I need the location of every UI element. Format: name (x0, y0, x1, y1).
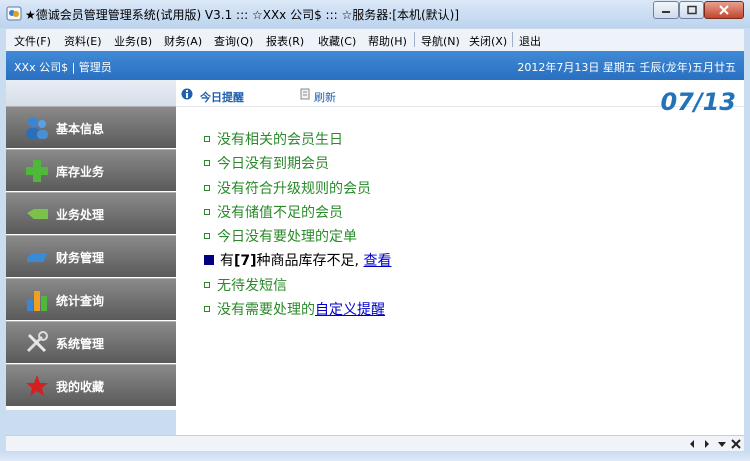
close-tab-icon[interactable] (730, 438, 742, 450)
menu-finance[interactable]: 财务(A) (164, 33, 202, 49)
menu-query[interactable]: 查询(Q) (214, 33, 253, 49)
sidebar-item-favorites[interactable]: 我的收藏 (6, 364, 176, 406)
current-date: 2012年7月13日 星期五 壬辰(龙年)五月廿五 (517, 61, 736, 74)
sidebar-item-finance[interactable]: 财务管理 (6, 235, 176, 277)
maximize-button[interactable] (679, 1, 704, 19)
minimize-icon (662, 11, 670, 13)
sidebar-item-label: 库存业务 (56, 165, 105, 179)
view-stock-link[interactable]: 查看 (363, 253, 391, 269)
list-item: 没有储值不足的会员 (204, 202, 391, 226)
reminder-text: 没有相关的会员生日 (217, 132, 343, 148)
sidebar-item-label: 财务管理 (56, 251, 105, 265)
bar-chart-icon (27, 291, 47, 311)
close-icon (719, 5, 729, 15)
menu-help[interactable]: 帮助(H) (368, 33, 407, 49)
users-icon (26, 117, 48, 139)
bullet-icon (204, 160, 210, 167)
bullet-icon (204, 281, 210, 288)
refresh-button[interactable]: 刷新 (314, 89, 336, 105)
company-user-label: XXx 公司$ | 管理员 (14, 61, 112, 74)
sidebar-item-label: 基本信息 (56, 122, 105, 136)
list-item: 没有需要处理的自定义提醒 (204, 299, 391, 323)
menu-exit[interactable]: 退出 (519, 33, 541, 49)
stock-count: [7] (234, 253, 257, 270)
main-panel: 今日提醒 刷新 07/13 没有相关的会员生日 今日没有到期会员 没有符合升级规… (176, 80, 744, 435)
reminder-text: 有 (220, 253, 234, 270)
menu-business[interactable]: 业务(B) (114, 33, 152, 49)
info-icon (181, 88, 193, 100)
tag-icon (27, 209, 48, 219)
sidebar-item-label: 我的收藏 (56, 380, 105, 394)
sidebar-item-label: 业务处理 (56, 208, 105, 222)
menu-data[interactable]: 资料(E) (64, 33, 102, 49)
bullet-icon (204, 184, 210, 191)
scroll-left-icon[interactable] (686, 438, 698, 450)
sidebar-header (6, 80, 176, 106)
menu-file[interactable]: 文件(F) (14, 33, 51, 49)
menu-close[interactable]: 关闭(X) (469, 33, 507, 49)
window-frame-bottom (0, 451, 750, 461)
title-bar: ★德诚会员管理管理系统(试用版) V3.1 ::: ☆XXx 公司$ ::: ☆… (0, 0, 750, 28)
menu-report[interactable]: 报表(R) (266, 33, 304, 49)
dropdown-icon[interactable] (716, 438, 728, 450)
menu-favorites[interactable]: 收藏(C) (318, 33, 356, 49)
minimize-button[interactable] (653, 1, 679, 19)
tools-icon (26, 331, 48, 353)
sidebar-item-label: 统计查询 (56, 294, 105, 308)
list-item: 没有符合升级规则的会员 (204, 178, 391, 202)
reminder-text: 今日没有到期会员 (217, 156, 329, 173)
bullet-icon (204, 208, 210, 215)
info-bar: XXx 公司$ | 管理员 2012年7月13日 星期五 壬辰(龙年)五月廿五 (6, 51, 744, 80)
sidebar-item-statistics[interactable]: 统计查询 (6, 278, 176, 320)
status-bar (6, 435, 744, 452)
reminder-list: 没有相关的会员生日 今日没有到期会员 没有符合升级规则的会员 没有储值不足的会员… (204, 129, 391, 323)
app-logo-icon (6, 6, 22, 21)
window-title: ★德诚会员管理管理系统(试用版) V3.1 ::: ☆XXx 公司$ ::: ☆… (25, 8, 460, 22)
maximize-icon (686, 5, 697, 15)
menu-separator (414, 32, 415, 47)
card-icon (27, 253, 48, 262)
menu-navigate[interactable]: 导航(N) (421, 33, 460, 49)
scroll-right-icon[interactable] (701, 438, 713, 450)
bullet-icon (204, 255, 214, 266)
custom-reminder-link[interactable]: 自定义提醒 (315, 302, 385, 318)
menu-separator (512, 32, 513, 47)
tab-bar: 今日提醒 刷新 07/13 (176, 80, 744, 116)
date-badge: 07/13 (660, 88, 736, 116)
sidebar-item-system[interactable]: 系统管理 (6, 321, 176, 363)
close-window-button[interactable] (704, 1, 744, 19)
refresh-icon (300, 88, 310, 100)
bullet-icon (204, 233, 210, 240)
list-item-stock-alert: 有[7]种商品库存不足, 查看 (204, 250, 391, 274)
menu-bar: 文件(F) 资料(E) 业务(B) 财务(A) 查询(Q) 报表(R) 收藏(C… (6, 28, 744, 51)
sidebar-item-inventory[interactable]: 库存业务 (6, 149, 176, 191)
bullet-icon (204, 136, 210, 142)
tab-today-reminders[interactable]: 今日提醒 (200, 89, 244, 105)
reminder-text: 今日没有要处理的定单 (217, 229, 357, 246)
list-item: 今日没有要处理的定单 (204, 226, 391, 250)
list-item: 今日没有到期会员 (204, 153, 391, 177)
sidebar-item-basic-info[interactable]: 基本信息 (6, 106, 176, 148)
reminder-text: 种商品库存不足, (256, 253, 359, 270)
sidebar: 基本信息 库存业务 业务处理 财务管理 统计查询 系统管理 我的收藏 (6, 80, 176, 410)
reminder-text: 无待发短信 (217, 277, 287, 294)
bullet-icon (204, 306, 210, 313)
reminder-text: 没有符合升级规则的会员 (217, 180, 371, 197)
plus-icon (26, 160, 48, 182)
list-item: 无待发短信 (204, 275, 391, 299)
star-icon (26, 375, 48, 396)
sidebar-item-label: 系统管理 (56, 337, 105, 351)
reminder-text: 没有储值不足的会员 (217, 204, 343, 221)
reminder-text: 没有需要处理的 (217, 302, 315, 319)
list-item: 没有相关的会员生日 (204, 129, 391, 153)
sidebar-item-business[interactable]: 业务处理 (6, 192, 176, 234)
